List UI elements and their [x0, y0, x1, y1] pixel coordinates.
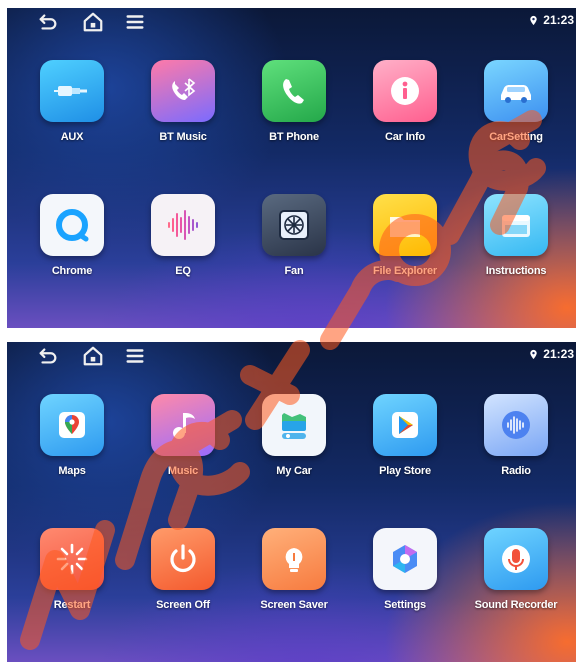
app-label: Fan [284, 265, 304, 277]
app-label: EQ [175, 265, 191, 277]
launcher-screen-page-1: 21:23 AUX BT Music BT Phone Car Info Car… [7, 8, 576, 328]
restart-icon [40, 528, 104, 590]
car-icon [484, 60, 548, 122]
app-label: BT Phone [269, 131, 319, 143]
app-grid: AUX BT Music BT Phone Car Info CarSettin… [7, 8, 576, 328]
app-label: Car Info [385, 131, 425, 143]
app-instructions[interactable]: Instructions [466, 194, 566, 277]
aux-cable-icon [40, 60, 104, 122]
app-play-store[interactable]: Play Store [355, 394, 455, 477]
app-label: File Explorer [372, 265, 438, 277]
app-bt-phone[interactable]: BT Phone [244, 60, 344, 143]
info-icon [373, 60, 437, 122]
app-my-car[interactable]: My Car [244, 394, 344, 477]
app-file-explorer[interactable]: File Explorer [355, 194, 455, 277]
app-label: Restart [53, 599, 91, 611]
app-aux[interactable]: AUX [22, 60, 122, 143]
app-sound-recorder[interactable]: Sound Recorder [466, 528, 566, 611]
bluetooth-music-icon [151, 60, 215, 122]
music-note-icon [151, 394, 215, 456]
app-carsetting[interactable]: CarSetting [466, 60, 566, 143]
app-grid: Maps Music My Car Play Store Radio Resta… [7, 342, 576, 662]
app-label: Sound Recorder [474, 599, 558, 611]
app-label: AUX [60, 131, 84, 143]
app-maps[interactable]: Maps [22, 394, 122, 477]
app-label: Screen Saver [260, 599, 328, 611]
microphone-icon [484, 528, 548, 590]
maps-icon [40, 394, 104, 456]
equalizer-icon [151, 194, 215, 256]
bulb-icon [262, 528, 326, 590]
app-label: Settings [384, 599, 426, 611]
app-restart[interactable]: Restart [22, 528, 122, 611]
app-label: Screen Off [156, 599, 210, 611]
app-music[interactable]: Music [133, 394, 233, 477]
app-label: Chrome [51, 265, 93, 277]
app-screen-off[interactable]: Screen Off [133, 528, 233, 611]
app-label: My Car [276, 465, 312, 477]
app-screen-saver[interactable]: Screen Saver [244, 528, 344, 611]
app-car-info[interactable]: Car Info [355, 60, 455, 143]
app-chrome[interactable]: Chrome [22, 194, 122, 277]
app-fan[interactable]: Fan [244, 194, 344, 277]
app-label: BT Music [159, 131, 207, 143]
app-label: CarSetting [489, 131, 543, 143]
launcher-screen-page-2: 21:23 Maps Music My Car Play Store Radio… [7, 342, 576, 662]
settings-icon [373, 528, 437, 590]
phone-icon [262, 60, 326, 122]
chrome-icon [40, 194, 104, 256]
app-label: Music [167, 465, 199, 477]
folder-icon [373, 194, 437, 256]
app-settings[interactable]: Settings [355, 528, 455, 611]
play-store-icon [373, 394, 437, 456]
power-icon [151, 528, 215, 590]
app-radio[interactable]: Radio [466, 394, 566, 477]
app-eq[interactable]: EQ [133, 194, 233, 277]
app-label: Maps [58, 465, 86, 477]
radio-icon [484, 394, 548, 456]
my-car-icon [262, 394, 326, 456]
app-label: Instructions [485, 265, 547, 277]
fan-icon [262, 194, 326, 256]
app-bt-music[interactable]: BT Music [133, 60, 233, 143]
instructions-icon [484, 194, 548, 256]
app-label: Play Store [379, 465, 431, 477]
app-label: Radio [501, 465, 531, 477]
